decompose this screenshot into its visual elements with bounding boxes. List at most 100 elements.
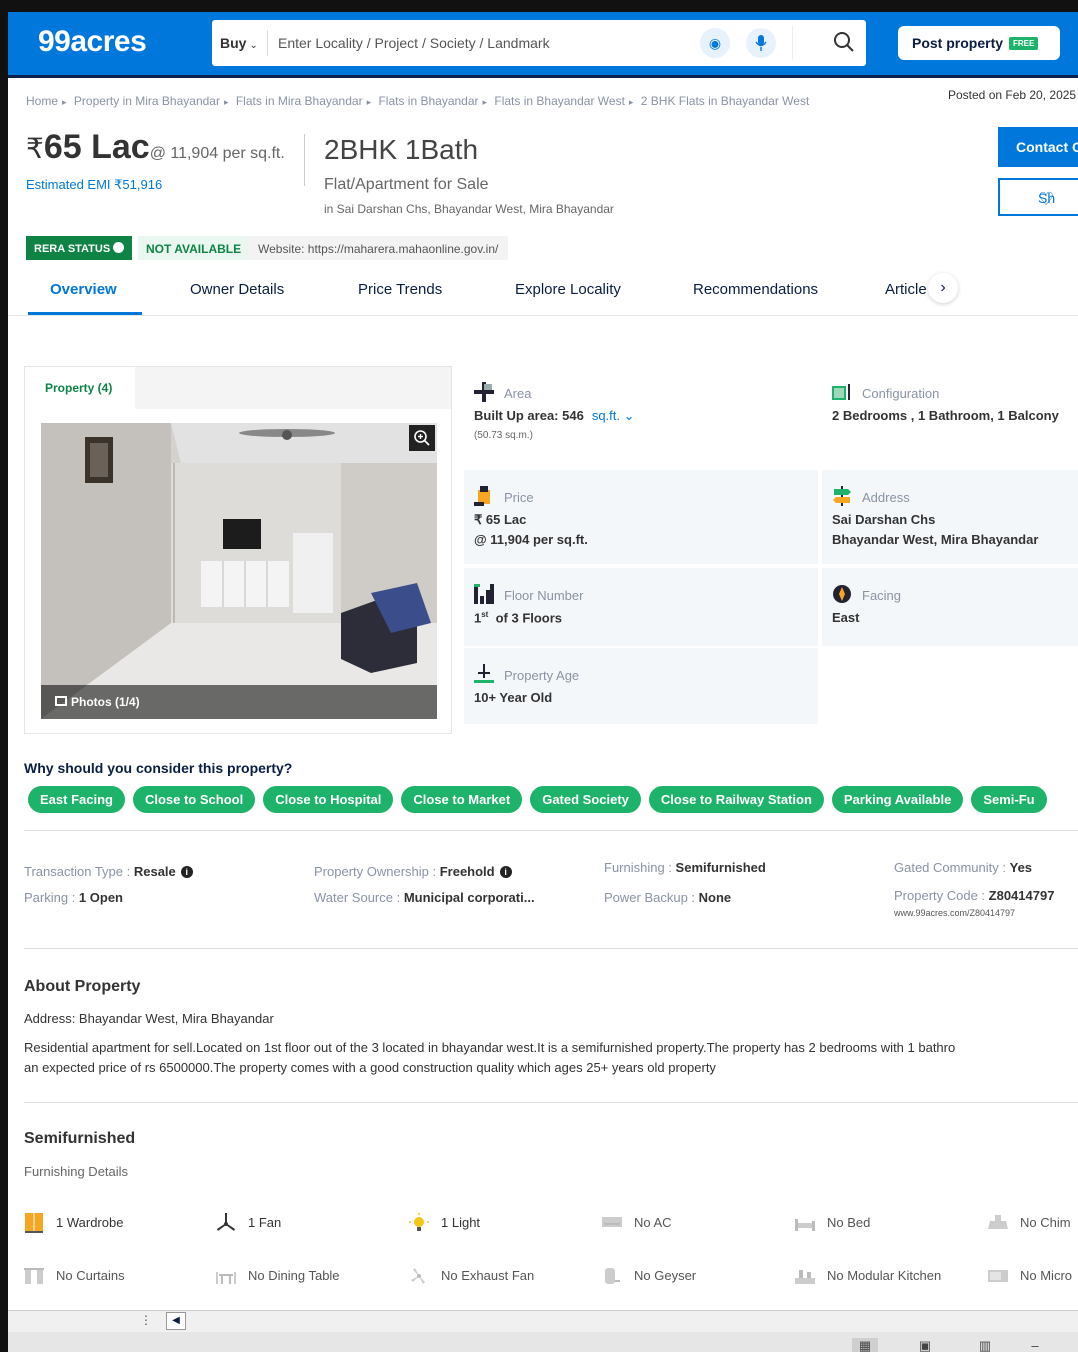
chevron-right-icon[interactable]: › [928, 273, 958, 303]
column-view-icon[interactable]: ▥ [972, 1338, 998, 1352]
attr-label: Transaction Type : [24, 864, 134, 879]
browser-viewport: 99acres Buy⌄ ◉ Post propertyFREE Home▸ P… [0, 0, 1078, 1352]
attr-value: None [698, 890, 732, 905]
contact-owner-button[interactable]: Contact O [998, 127, 1078, 167]
ac-icon [602, 1217, 622, 1227]
price-per-sqft: @ 11,904 per sq.ft. [149, 145, 285, 162]
zoom-out-icon[interactable]: – [1022, 1338, 1048, 1352]
dining-table-icon [216, 1272, 236, 1284]
detail-age: Property Age 10+ Year Old [464, 648, 818, 724]
floor-icon [474, 584, 494, 604]
location-icon[interactable]: ◉ [700, 28, 730, 58]
detail-label: Floor Number [504, 588, 584, 603]
feature-chip[interactable]: Close to Market [401, 786, 523, 813]
attr-label: Property Code : [894, 888, 989, 903]
divider [792, 26, 793, 60]
heart-icon: ♡ [1038, 189, 1055, 209]
attr-value: Semifurnished [675, 860, 766, 875]
feature-chip[interactable]: Close to Railway Station [648, 786, 824, 813]
detail-floor: Floor Number 1st of 3 Floors [464, 568, 818, 646]
about-line: Residential apartment for sell.Located o… [24, 1040, 956, 1055]
tab-owner-details[interactable]: Owner Details [190, 281, 284, 298]
info-icon[interactable]: i [499, 866, 512, 878]
shortlist-button[interactable]: ♡ Sh [998, 178, 1078, 216]
detail-value: ₹ 65 Lac [474, 512, 527, 527]
breadcrumb: Home ▸ Property in Mira Bhayandar ▸ Flats … [26, 94, 810, 108]
chevron-down-icon: ⌄ [249, 40, 258, 51]
about-address: Address: Bhayandar West, Mira Bhayandar [24, 1011, 274, 1026]
tab-articles[interactable]: Article [885, 281, 929, 298]
breadcrumb-item[interactable]: Home [26, 94, 58, 108]
area-value: Built Up area: 546 [474, 408, 584, 423]
posted-date: Posted on Feb 20, 2025 [948, 88, 1077, 102]
tab-price-trends[interactable]: Price Trends [358, 281, 442, 298]
divider [24, 1102, 1078, 1103]
page-view-icon[interactable]: ▣ [912, 1338, 938, 1352]
more-icon: ⋮ [140, 1313, 152, 1327]
feature-chip[interactable]: Semi-Fu [971, 786, 1047, 813]
breadcrumb-item[interactable]: Flats in Bhayandar [378, 94, 478, 108]
furnishing-item: No Micro [988, 1268, 1078, 1288]
furnishing-label: No Bed [827, 1215, 871, 1230]
info-icon[interactable]: i [180, 866, 193, 878]
section-tabs: Overview Owner Details Price Trends Expl… [8, 270, 1078, 316]
feature-chip[interactable]: Parking Available [831, 786, 964, 813]
furnishing-subheading: Furnishing Details [24, 1164, 129, 1179]
detail-label: Address [862, 490, 910, 505]
why-heading: Why should you consider this property? [24, 760, 293, 776]
furnishing-label: 1 Fan [248, 1215, 282, 1230]
tab-explore-locality[interactable]: Explore Locality [515, 281, 621, 298]
building-age-icon [474, 664, 494, 683]
compass-icon [833, 585, 851, 603]
rera-status-badge[interactable]: RERA STATUS [26, 236, 133, 260]
breadcrumb-item[interactable]: Flats in Bhayandar West [494, 94, 625, 108]
rera-availability: NOT AVAILABLE [138, 236, 250, 260]
property-photo[interactable]: Photos (1/4) [41, 423, 437, 719]
light-icon [409, 1213, 429, 1231]
feature-chip[interactable]: Gated Society [530, 786, 641, 813]
estimated-emi-link[interactable]: Estimated EMI ₹51,916 [26, 177, 162, 193]
detail-label: Configuration [862, 386, 940, 401]
feature-chip[interactable]: East Facing [28, 786, 125, 813]
chimney-icon [988, 1215, 1008, 1229]
attr-transaction: Transaction Type : Resale i [24, 864, 193, 879]
search-icon[interactable] [832, 30, 856, 54]
post-property-button[interactable]: Post property FREE [898, 26, 1060, 60]
tab-recommendations[interactable]: Recommendations [693, 281, 818, 298]
detail-address: Address Sai Darshan Chs Bhayandar West, … [822, 470, 1078, 564]
breadcrumb-item[interactable]: Property in Mira Bhayandar [74, 94, 220, 108]
exhaust-fan-icon [411, 1268, 425, 1284]
divider [304, 134, 305, 186]
horizontal-scrollbar[interactable]: ⋮ ◀ [8, 1310, 1078, 1332]
zoom-icon[interactable] [409, 425, 435, 451]
gallery-tab-property[interactable]: Property (4) [25, 367, 135, 409]
breadcrumb-item[interactable]: 2 BHK Flats in Bhayandar West [641, 94, 810, 108]
bed-icon [795, 1219, 815, 1231]
rera-website[interactable]: Website: https://maharera.mahaonline.gov… [248, 236, 509, 260]
search-input[interactable] [278, 32, 678, 54]
logo[interactable]: 99acres [38, 25, 147, 59]
furnishing-label: No Exhaust Fan [441, 1268, 535, 1283]
unit-dropdown[interactable]: sq.ft. ⌄ [592, 408, 635, 423]
photo-counter-bar[interactable]: Photos (1/4) [41, 685, 437, 719]
furnishing-heading: Semifurnished [24, 1130, 136, 1147]
chevron-down-icon: ⌄ [623, 408, 635, 423]
furnishing-label: No Modular Kitchen [827, 1268, 942, 1283]
property-code-url: www.99acres.com/Z80414797 [894, 908, 1016, 918]
attr-value: Freehold [439, 864, 495, 879]
property-subtitle: Flat/Apartment for Sale [324, 176, 489, 193]
buy-dropdown[interactable]: Buy ⌄ [220, 35, 258, 51]
feature-chip[interactable]: Close to School [132, 786, 256, 813]
scroll-left-icon[interactable]: ◀ [166, 1312, 186, 1330]
detail-label: Area [504, 386, 532, 401]
property-details: Area Built Up area: 546 sq.ft. ⌄ (50.73 s… [464, 366, 1078, 726]
divider [267, 30, 268, 56]
grid-view-icon[interactable]: ▦ [852, 1338, 878, 1352]
detail-area: Area Built Up area: 546 sq.ft. ⌄ (50.73 s… [464, 366, 818, 454]
breadcrumb-item[interactable]: Flats in Mira Bhayandar [236, 94, 363, 108]
attr-label: Gated Community : [894, 860, 1010, 875]
microphone-icon[interactable] [746, 28, 776, 58]
tab-overview[interactable]: Overview [50, 281, 117, 298]
feature-chip[interactable]: Close to Hospital [263, 786, 394, 813]
furnishing-label: No AC [634, 1215, 672, 1230]
